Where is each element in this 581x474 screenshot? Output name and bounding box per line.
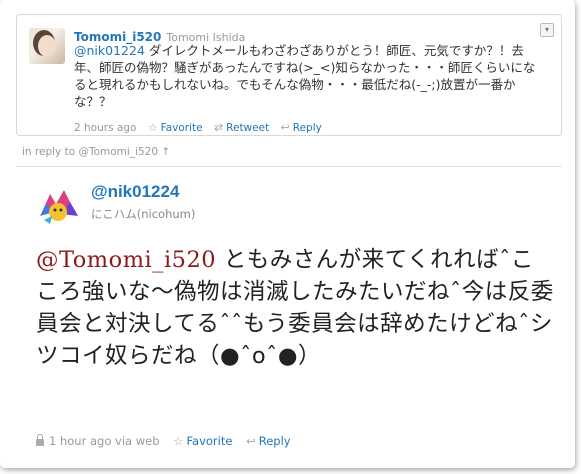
parent-reply-button[interactable]: ↩ Reply [280,121,322,134]
reply-label: Reply [292,122,322,134]
parent-mention-link[interactable]: @nik01224 [74,43,145,58]
parent-timestamp[interactable]: 2 hours ago [74,122,136,134]
favorite-label: Favorite [186,434,233,448]
parent-tweet: Tomomi_i520 Tomomi Ishida ▾ @nik01224 ダイレ… [16,14,562,136]
reply-icon: ↩ [246,434,256,448]
expand-icon[interactable]: ▾ [540,23,554,37]
main-timestamp[interactable]: 1 hour ago via web [49,434,160,448]
divider [16,166,562,167]
reply-label: Reply [258,434,291,448]
lock-icon [36,434,44,446]
in-reply-to-link[interactable]: in reply to @Tomomi_i520 ↑ [22,146,170,158]
avatar-face [38,35,56,57]
star-icon: ☆ [173,434,184,448]
main-screen-name[interactable]: @nik01224 [91,182,179,202]
parent-avatar[interactable] [29,28,65,64]
main-meta: 1 hour ago via web ☆ Favorite ↩ Reply [36,434,291,448]
main-mention-link[interactable]: @Tomomi_i520 [36,247,216,273]
main-real-name: にこハム(nicohum) [91,207,196,221]
tweet-card: Tomomi_i520 Tomomi Ishida ▾ @nik01224 ダイレ… [0,0,575,468]
favorite-label: Favorite [160,122,203,134]
retweet-icon: ⇄ [213,121,224,134]
parent-favorite-button[interactable]: ☆ Favorite [147,121,203,134]
main-reply-button[interactable]: ↩ Reply [246,434,291,448]
main-avatar[interactable] [36,182,80,226]
star-icon: ☆ [147,121,158,134]
parent-tweet-text: @nik01224 ダイレクトメールもわざわざありがとう！師匠、元気ですか？！去… [74,42,544,110]
parent-retweet-button[interactable]: ⇄ Retweet [213,121,270,134]
main-tweet-text: @Tomomi_i520 ともみさんが来てくれればˆこころ強いな〜偽物は消滅した… [36,244,556,372]
reply-icon: ↩ [280,121,290,134]
retweet-label: Retweet [226,122,270,134]
main-favorite-button[interactable]: ☆ Favorite [173,434,232,448]
parent-meta: 2 hours ago ☆ Favorite ⇄ Retweet ↩ Reply [74,121,322,134]
